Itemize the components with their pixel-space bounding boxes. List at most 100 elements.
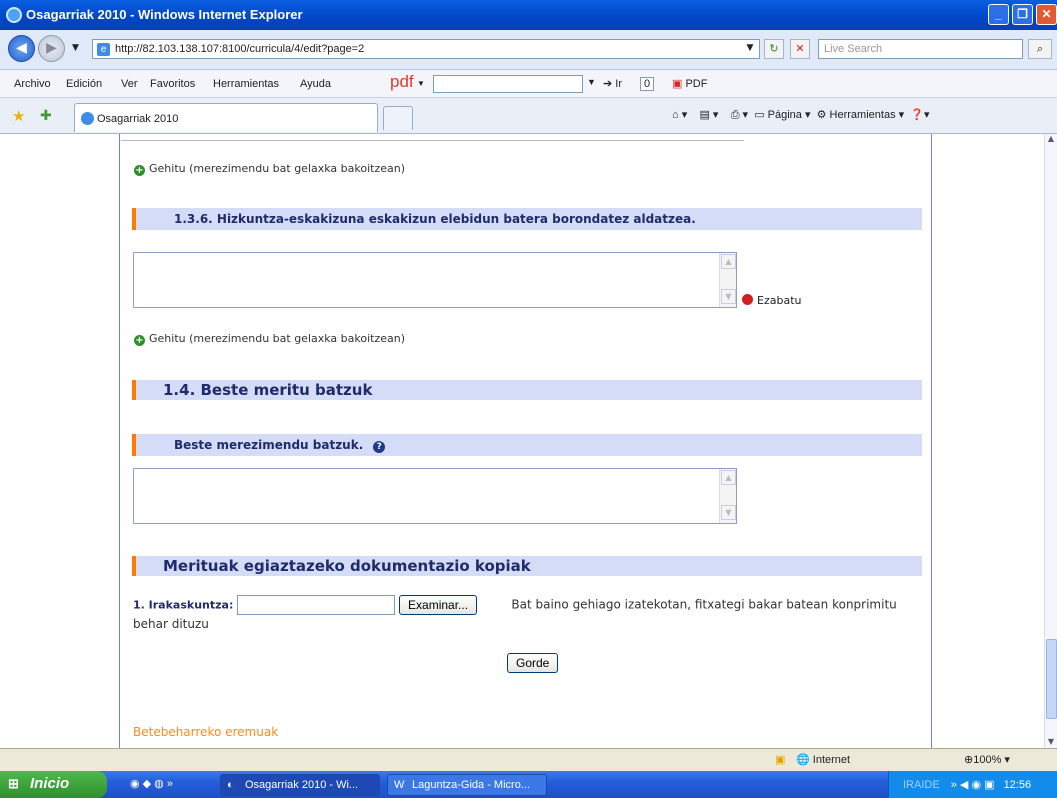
forward-button[interactable]: ▶ bbox=[38, 35, 65, 62]
scroll-down-icon[interactable]: ▼ bbox=[1045, 737, 1057, 746]
scroll-down-icon[interactable]: ▼ bbox=[721, 505, 736, 520]
search-input[interactable]: Live Search bbox=[818, 39, 1023, 59]
right-margin bbox=[931, 134, 1044, 748]
page-scrollbar[interactable]: ▲ ▼ bbox=[1044, 134, 1057, 748]
textarea-scrollbar[interactable]: ▲ ▼ bbox=[719, 253, 736, 307]
merit-textarea[interactable]: ▲ ▼ bbox=[133, 252, 737, 308]
word-task-icon: W bbox=[394, 779, 405, 791]
maximize-button[interactable]: ❐ bbox=[1012, 4, 1033, 25]
quick-launch-icons[interactable]: ◉ ◆ ◍ » bbox=[130, 777, 173, 790]
combo-dropdown-icon[interactable]: ▼ bbox=[587, 77, 596, 87]
address-input[interactable]: e http://82.103.138.107:8100/curricula/4… bbox=[92, 39, 760, 59]
required-fields-note: Betebeharreko eremuak bbox=[133, 725, 279, 739]
delete-link[interactable]: Ezabatu bbox=[742, 294, 801, 307]
help-icon[interactable]: ❓▾ bbox=[910, 109, 929, 121]
tab-ie-icon bbox=[81, 112, 94, 125]
task-osagarriak[interactable]: ◐ Osagarriak 2010 - Wi... bbox=[220, 774, 380, 796]
menu-bar: Archivo Edición Ver Favoritos Herramient… bbox=[0, 70, 1057, 98]
help-icon[interactable]: ? bbox=[373, 441, 386, 453]
minimize-button[interactable]: _ bbox=[988, 4, 1009, 25]
window-title: Osagarriak 2010 - Windows Internet Explo… bbox=[26, 7, 303, 22]
title-bar: Osagarriak 2010 - Windows Internet Explo… bbox=[0, 0, 1057, 30]
zoom-icon: ⊕ bbox=[964, 754, 974, 766]
other-merits-header: Beste merezimendu batzuk.? bbox=[132, 434, 922, 456]
lock-icon: ▣ bbox=[775, 754, 786, 766]
pdf-dropdown-icon[interactable]: ▼ bbox=[417, 79, 425, 88]
scrollbar-thumb[interactable] bbox=[1046, 639, 1057, 719]
command-bar: ⌂ ▾ ▤ ▾ ⎙ ▾ ▭ Página ▾ ⚙ Herramientas ▾ … bbox=[672, 108, 930, 122]
browser-window: Osagarriak 2010 - Windows Internet Explo… bbox=[0, 0, 1057, 798]
teaching-label: 1. Irakaskuntza: bbox=[133, 598, 234, 612]
globe-icon: 🌐 bbox=[796, 754, 810, 766]
add-icon: + bbox=[134, 335, 145, 346]
menu-favoritos[interactable]: Favoritos bbox=[150, 78, 195, 90]
docs-header: Merituak egiaztazeko dokumentazio kopiak bbox=[132, 556, 922, 576]
add-favorites-icon[interactable]: ✚ bbox=[40, 107, 52, 124]
delete-label: Ezabatu bbox=[757, 294, 802, 307]
add-merit-link-2[interactable]: + Gehitu (merezimendu bat gelaxka bakoitz… bbox=[134, 332, 405, 346]
new-tab-button[interactable] bbox=[383, 106, 413, 130]
scroll-up-icon[interactable]: ▲ bbox=[1045, 134, 1057, 143]
scroll-up-icon[interactable]: ▲ bbox=[721, 470, 736, 485]
scroll-down-icon[interactable]: ▼ bbox=[721, 289, 736, 304]
ie-task-icon: ◐ bbox=[227, 779, 234, 791]
search-icon[interactable]: ⌕ bbox=[1028, 39, 1052, 59]
search-placeholder: Live Search bbox=[824, 43, 883, 55]
menu-herramientas[interactable]: Herramientas bbox=[213, 78, 279, 90]
status-bar: ▣ 🌐 Internet ⊕100% ▾ bbox=[0, 748, 1057, 771]
menu-edicion[interactable]: Edición bbox=[66, 78, 102, 90]
stop-icon[interactable]: ✕ bbox=[790, 39, 810, 59]
home-icon[interactable]: ⌂ ▾ bbox=[672, 109, 687, 121]
zoom-control[interactable]: ⊕100% ▾ bbox=[964, 753, 1010, 766]
add-merit-label-2: Gehitu (merezimendu bat gelaxka bakoitze… bbox=[149, 332, 406, 345]
tab-bar: ★ ✚ Osagarriak 2010 ⌂ ▾ ▤ ▾ ⎙ ▾ ▭ Página… bbox=[0, 98, 1057, 134]
task2-label: Laguntza-Gida - Micro... bbox=[412, 779, 530, 791]
feeds-icon[interactable]: ▤ ▾ bbox=[699, 109, 718, 121]
pdf-toolbar-label[interactable]: pdf bbox=[390, 72, 414, 92]
system-tray: IRAIDE » ◀ ◉ ▣ 12:56 bbox=[888, 771, 1057, 798]
favorites-star-icon[interactable]: ★ bbox=[12, 107, 25, 125]
tools-menu[interactable]: ⚙ Herramientas ▾ bbox=[817, 109, 905, 121]
zone-label: Internet bbox=[812, 754, 851, 766]
upload-row: 1. Irakaskuntza: Examinar... Bat baino g… bbox=[133, 595, 923, 633]
section-14-title: 1.4. Beste meritu batzuk bbox=[163, 381, 373, 399]
address-dropdown-icon[interactable]: ▼ bbox=[740, 39, 760, 59]
page-content: + Gehitu (merezimendu bat gelaxka bakoitz… bbox=[0, 134, 1044, 748]
menu-ayuda[interactable]: Ayuda bbox=[300, 78, 331, 90]
docs-title: Merituak egiaztazeko dokumentazio kopiak bbox=[163, 557, 531, 575]
page-menu[interactable]: ▭ Página ▾ bbox=[754, 109, 810, 121]
section-136-header: 1.3.6. Hizkuntza-eskakizuna eskakizun el… bbox=[132, 208, 922, 230]
task-laguntza[interactable]: W Laguntza-Gida - Micro... bbox=[387, 774, 547, 796]
ie-page-icon: e bbox=[97, 43, 110, 56]
tab-label: Osagarriak 2010 bbox=[97, 113, 179, 125]
file-path-input[interactable] bbox=[237, 595, 396, 615]
pdf-icon[interactable]: ▣ PDF bbox=[672, 77, 707, 90]
zoom-label: 100% bbox=[973, 754, 1002, 766]
go-button[interactable]: ➔ Ir bbox=[603, 77, 622, 90]
go-label: Ir bbox=[615, 78, 623, 90]
tools-menu-label: Herramientas bbox=[829, 109, 896, 121]
start-button[interactable]: ⊞ Inicio bbox=[0, 771, 107, 798]
textarea-scrollbar[interactable]: ▲ ▼ bbox=[719, 469, 736, 523]
scroll-up-icon[interactable]: ▲ bbox=[721, 254, 736, 269]
refresh-icon[interactable]: ↻ bbox=[764, 39, 784, 59]
menu-ver[interactable]: Ver bbox=[121, 78, 138, 90]
history-dropdown-icon[interactable]: ▼ bbox=[72, 43, 79, 53]
delete-icon bbox=[742, 294, 753, 305]
add-merit-link[interactable]: + Gehitu (merezimendu bat gelaxka bakoitz… bbox=[134, 162, 405, 176]
other-merits-textarea[interactable]: ▲ ▼ bbox=[133, 468, 737, 524]
ie-icon bbox=[6, 7, 22, 23]
print-icon[interactable]: ⎙ ▾ bbox=[731, 109, 748, 121]
task1-label: Osagarriak 2010 - Wi... bbox=[245, 779, 359, 791]
pdf-combo-input[interactable] bbox=[433, 75, 583, 93]
windows-logo-icon: ⊞ bbox=[8, 776, 19, 791]
browse-button[interactable]: Examinar... bbox=[399, 595, 478, 615]
section-136-title: 1.3.6. Hizkuntza-eskakizuna eskakizun el… bbox=[174, 212, 696, 226]
close-button[interactable]: ✕ bbox=[1036, 4, 1057, 25]
tab-osagarriak[interactable]: Osagarriak 2010 bbox=[74, 103, 378, 132]
save-button[interactable]: Gorde bbox=[507, 653, 559, 673]
tray-icons[interactable]: » ◀ ◉ ▣ bbox=[951, 779, 995, 791]
menu-archivo[interactable]: Archivo bbox=[14, 78, 51, 90]
pdf-count[interactable]: 0 bbox=[640, 77, 655, 91]
back-button[interactable]: ◀ bbox=[8, 35, 35, 62]
